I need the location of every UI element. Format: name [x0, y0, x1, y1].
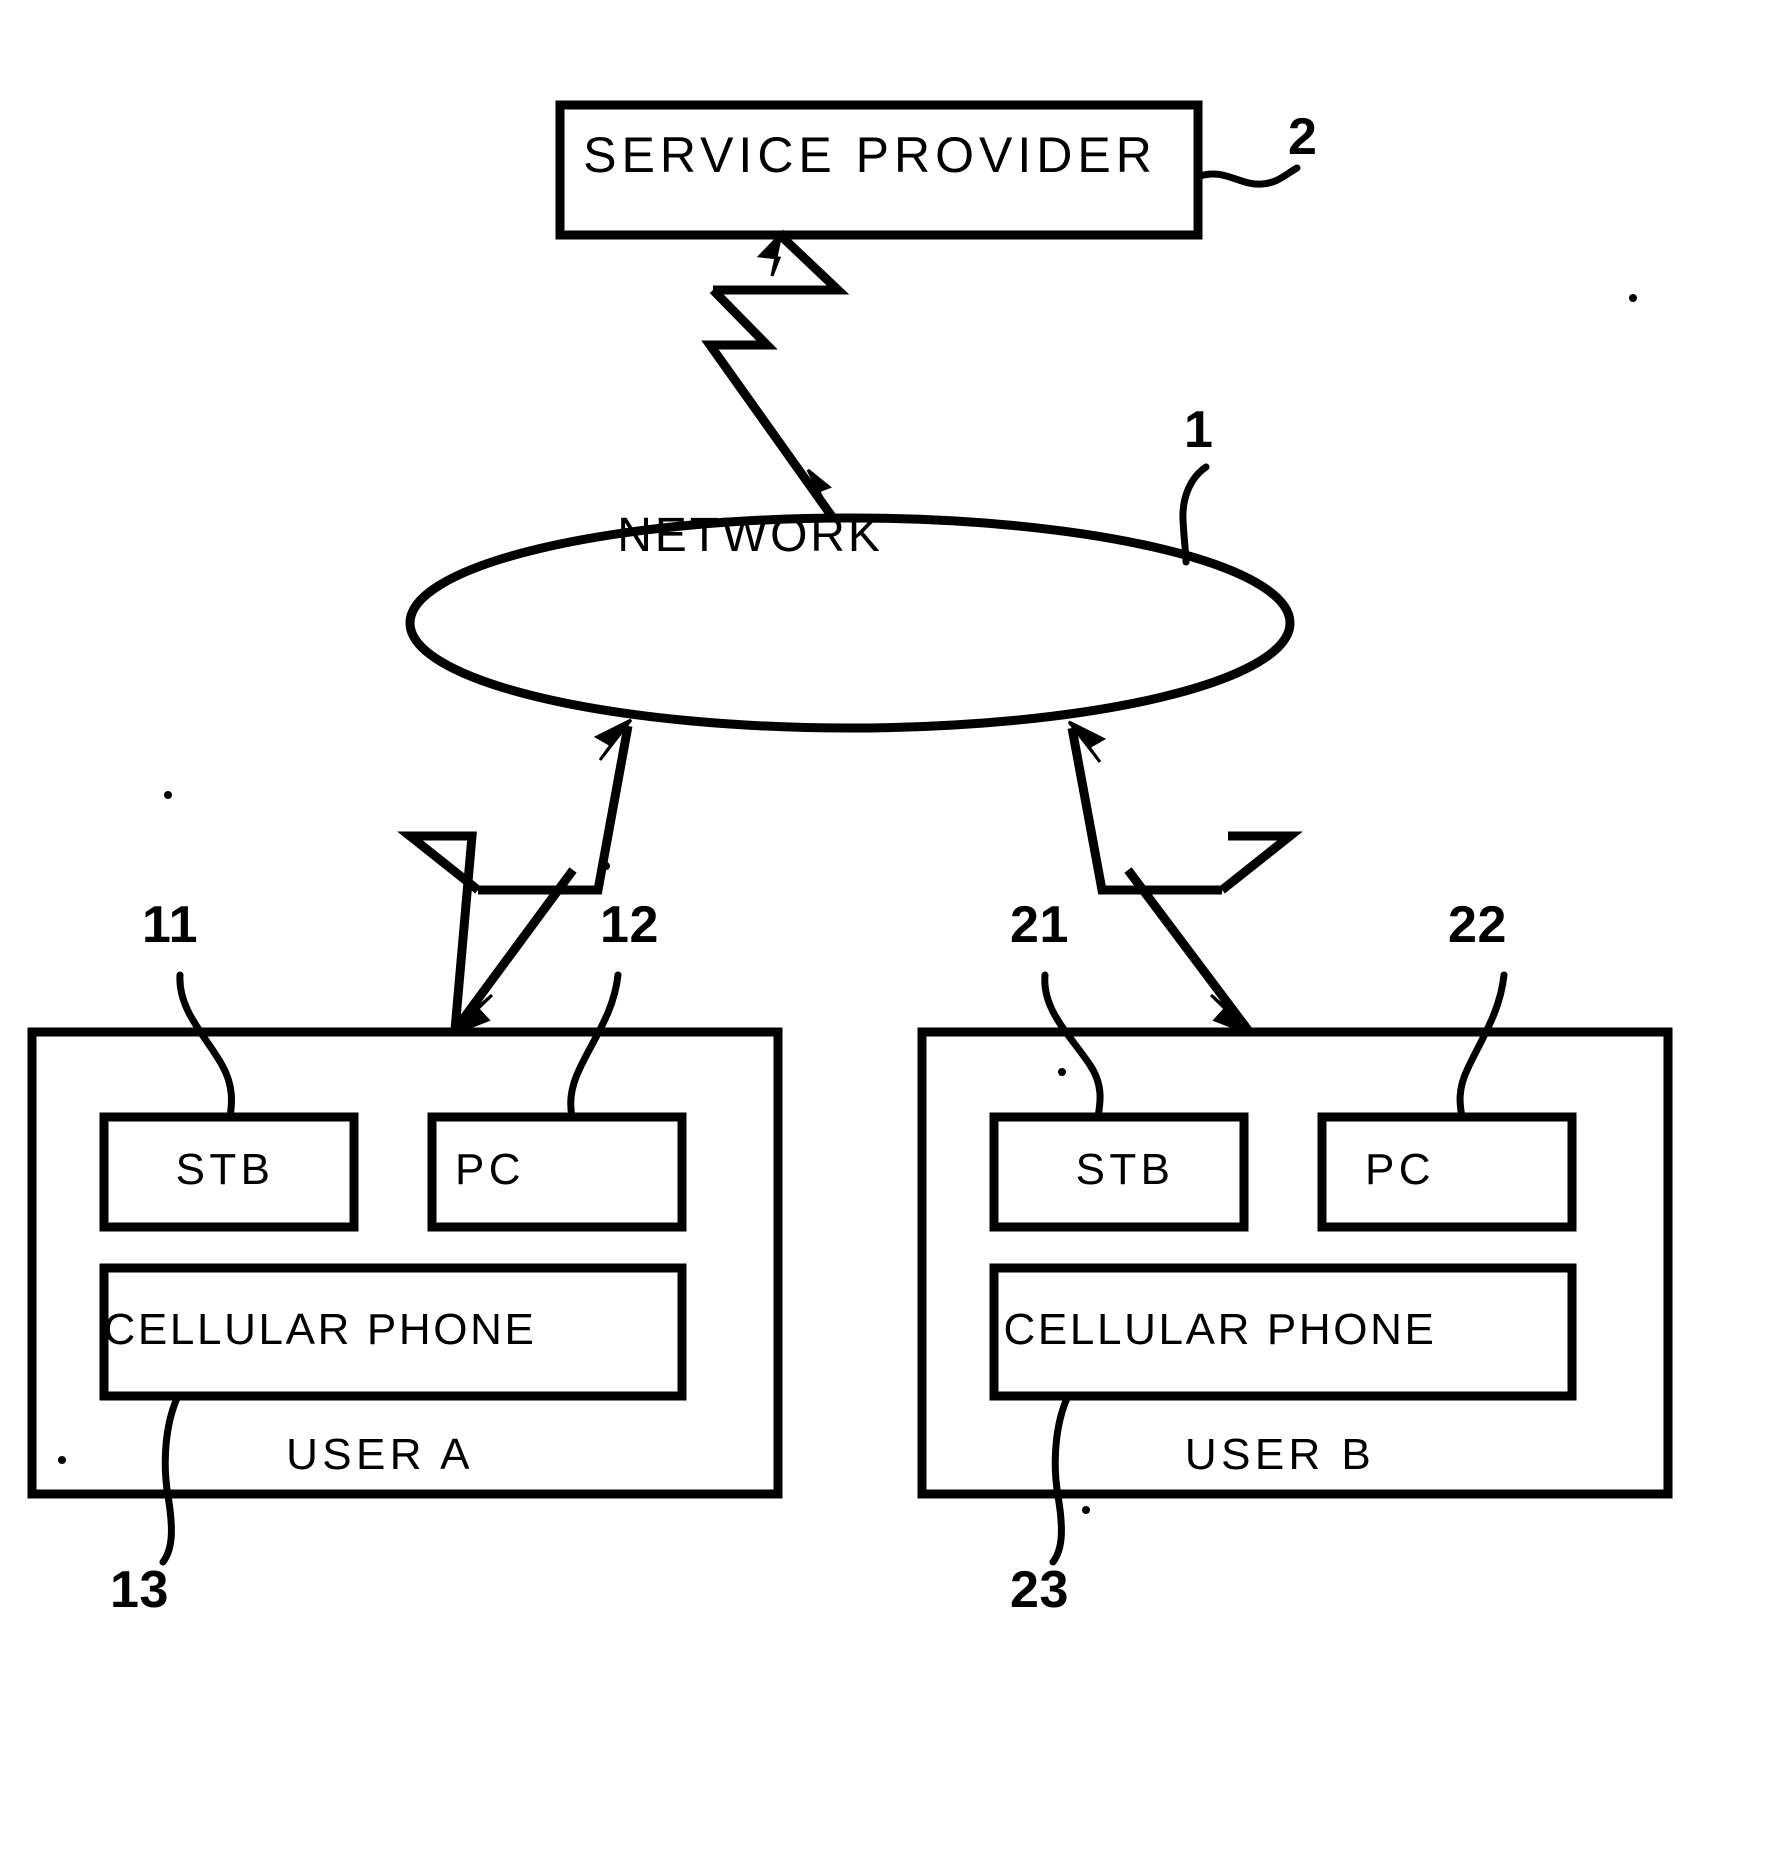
leader-line-service-provider [1196, 164, 1301, 188]
reference-numeral-service-provider: 2 [1288, 108, 1318, 166]
leader-line-user-a-stb [176, 971, 236, 1121]
user-a-stb-box [99, 1112, 359, 1232]
user-a-box [27, 1027, 783, 1499]
arrowhead-to-service-provider [756, 229, 784, 277]
scan-speck [58, 1456, 66, 1464]
leader-line-user-a-pc [567, 971, 622, 1121]
reference-numeral-user-a-pc: 12 [600, 896, 659, 954]
reference-numeral-user-b-pc: 22 [1448, 896, 1507, 954]
user-b-cellular-phone-box [989, 1263, 1577, 1401]
reference-numeral-network: 1 [1184, 401, 1214, 459]
user-b-pc-box [1317, 1112, 1577, 1232]
bolt-network-userb-lower [1219, 831, 1303, 894]
diagram-svg [27, 100, 1673, 1566]
service-provider-box [555, 100, 1203, 240]
reference-numeral-user-b-cellular-phone: 23 [1010, 1561, 1069, 1619]
leader-line-user-b-cellular-phone [1049, 1392, 1072, 1566]
reference-numeral-user-a-cellular-phone: 13 [110, 1561, 169, 1619]
leader-line-network [1179, 463, 1210, 566]
leader-line-user-b-stb [1041, 971, 1104, 1121]
scan-speck [1629, 294, 1637, 302]
scan-speck [1082, 1506, 1090, 1514]
leader-line-user-b-pc [1456, 971, 1508, 1121]
user-b-box [917, 1027, 1673, 1499]
figure-canvas: SERVICE PROVIDER NETWORK STB PC CELLULAR… [0, 0, 1789, 1852]
leader-line-user-a-cellular-phone [159, 1392, 182, 1566]
scan-speck [164, 791, 172, 799]
bolt-network-usera-lower [397, 831, 481, 1031]
reference-numeral-user-a-stb: 11 [142, 896, 199, 954]
user-b-stb-box [989, 1112, 1249, 1232]
network-ellipse [405, 513, 1295, 733]
reference-numeral-user-b-stb: 21 [1010, 896, 1069, 954]
scan-speck [1058, 1068, 1066, 1076]
user-a-pc-box [427, 1112, 687, 1232]
user-a-cellular-phone-box [99, 1263, 687, 1401]
scan-speck [602, 862, 610, 870]
